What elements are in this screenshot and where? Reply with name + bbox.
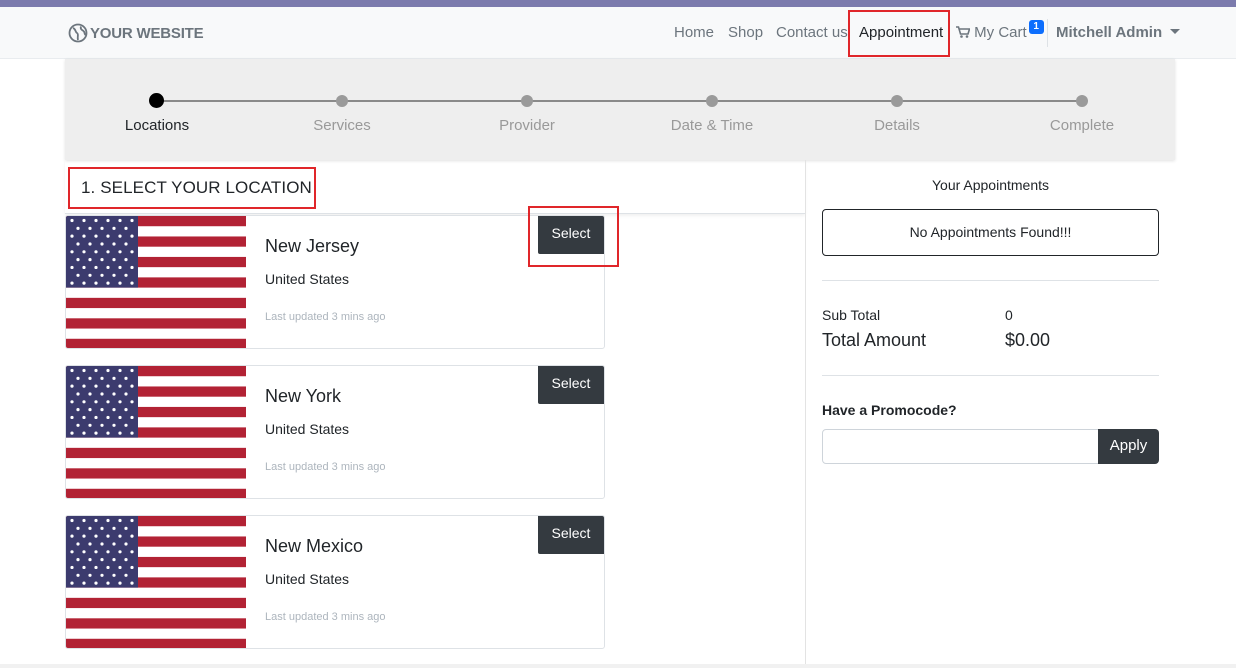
step-dot-locations: [149, 93, 164, 108]
chevron-down-icon: [1170, 28, 1181, 34]
step-label-date-time: Date & Time: [670, 117, 754, 134]
nav-divider: [1047, 19, 1048, 47]
select-button[interactable]: Select: [538, 516, 604, 554]
cart-icon: [956, 26, 971, 38]
us-flag-image: [66, 216, 246, 348]
step-dot-details: [891, 95, 903, 107]
user-name: Mitchell Admin: [1056, 24, 1163, 41]
us-flag-image: [66, 366, 246, 498]
divider: [822, 375, 1159, 376]
highlight-select-button: [528, 206, 619, 267]
cart-count-badge: 1: [1028, 20, 1044, 34]
step-dot-provider: [521, 95, 533, 107]
globe-icon: [68, 23, 88, 43]
location-name: New York: [265, 386, 342, 406]
location-card: New Mexico United States Last updated 3 …: [65, 515, 605, 649]
navbar: YOUR WEBSITE Home Shop Contact us Appoin…: [0, 7, 1236, 59]
location-card: New York United States Last updated 3 mi…: [65, 365, 605, 499]
location-country: United States: [265, 421, 350, 437]
step-label-locations: Locations: [124, 117, 190, 134]
appointments-title: Your Appointments: [931, 177, 1049, 193]
location-country: United States: [265, 571, 350, 587]
footer-edge: [0, 664, 1236, 668]
location-updated: Last updated 3 mins ago: [265, 311, 386, 323]
user-menu[interactable]: Mitchell Admin: [1056, 24, 1181, 41]
nav-home[interactable]: Home: [674, 24, 714, 41]
total-value: $0.00: [1005, 330, 1051, 350]
subtotal-label: Sub Total: [822, 307, 881, 323]
site-logo[interactable]: YOUR WEBSITE: [68, 23, 204, 43]
location-country: United States: [265, 271, 350, 287]
step-dot-date-time: [706, 95, 718, 107]
top-accent-stripe: [0, 0, 1236, 7]
location-name: New Mexico: [265, 536, 364, 556]
step-dot-services: [336, 95, 348, 107]
no-appointments-box: No Appointments Found!!!: [822, 209, 1159, 256]
total-label: Total Amount: [822, 330, 927, 350]
step-label-complete: Complete: [1049, 117, 1115, 134]
progress-panel: [65, 59, 1175, 160]
progress-line: [156, 100, 1082, 102]
step-label-details: Details: [874, 117, 920, 134]
location-updated: Last updated 3 mins ago: [265, 611, 386, 623]
highlight-section-title: [68, 167, 316, 209]
logo-text: YOUR WEBSITE: [90, 24, 204, 42]
cart-label: My Cart: [974, 24, 1027, 41]
highlight-appointment: [848, 10, 950, 57]
subtotal-value: 0: [1005, 307, 1013, 323]
nav-my-cart[interactable]: My Cart 1: [956, 20, 1044, 42]
promo-label: Have a Promocode?: [822, 402, 957, 418]
location-name: New Jersey: [265, 236, 360, 256]
location-updated: Last updated 3 mins ago: [265, 461, 386, 473]
apply-button[interactable]: Apply: [1098, 429, 1159, 464]
select-button[interactable]: Select: [538, 366, 604, 404]
divider: [822, 280, 1159, 281]
step-label-provider: Provider: [499, 117, 555, 134]
nav-contact-us[interactable]: Contact us: [776, 24, 848, 41]
column-divider: [805, 160, 806, 668]
location-card: New Jersey United States Last updated 3 …: [65, 215, 605, 349]
step-dot-complete: [1076, 95, 1088, 107]
step-label-services: Services: [313, 117, 371, 134]
promo-code-input[interactable]: [822, 429, 1099, 464]
nav-shop[interactable]: Shop: [728, 24, 763, 41]
us-flag-image: [66, 516, 246, 648]
